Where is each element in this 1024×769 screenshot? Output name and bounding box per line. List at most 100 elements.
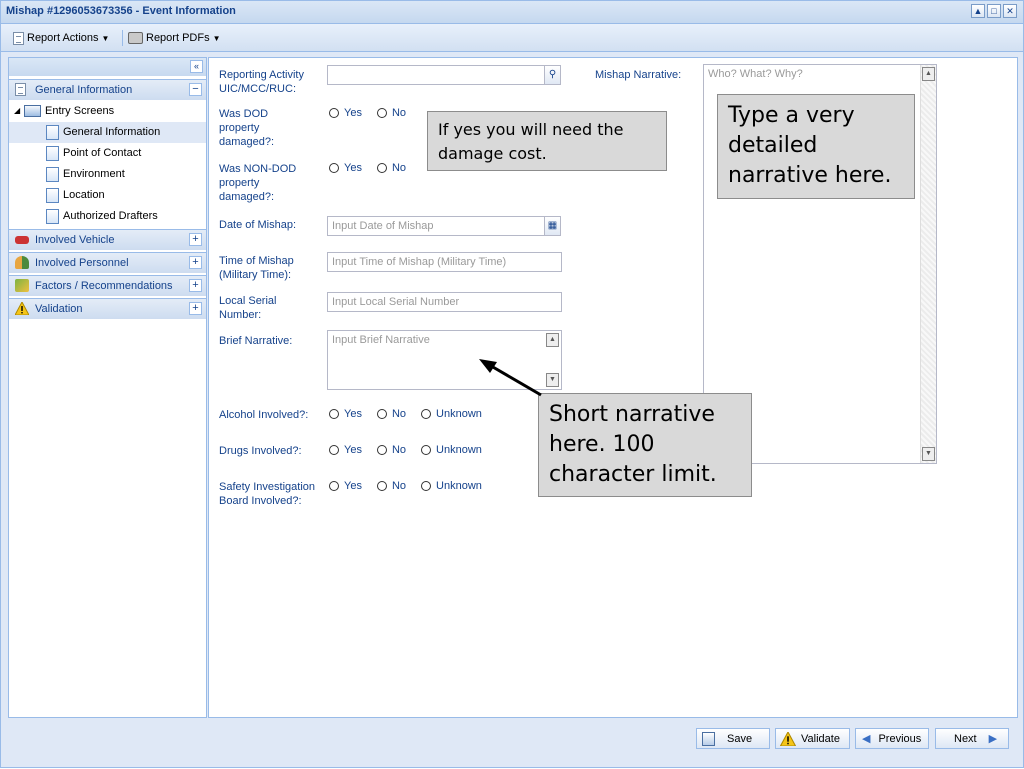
tree-item-location[interactable]: Location — [9, 185, 206, 206]
save-label: Save — [727, 732, 753, 745]
validate-label: Validate — [801, 732, 840, 745]
radio-icon[interactable] — [329, 163, 339, 173]
tree-label: Entry Screens — [45, 105, 115, 117]
drugs-unknown-radio[interactable]: Unknown — [421, 444, 482, 456]
chevron-down-icon: ▼ — [212, 33, 221, 43]
minus-icon[interactable]: − — [189, 83, 202, 96]
radio-icon[interactable] — [376, 481, 387, 491]
printer-icon — [128, 32, 143, 44]
plus-icon[interactable]: + — [189, 256, 202, 269]
date-of-mishap-label: Date of Mishap: — [219, 219, 297, 231]
non-dod-no-radio[interactable]: No — [376, 162, 406, 174]
collapse-window-icon[interactable]: ▲ — [971, 4, 985, 18]
toolbar-separator — [122, 30, 123, 46]
radio-icon[interactable] — [421, 481, 432, 491]
brief-narrative-textarea[interactable]: Input Brief Narrative ▲ ▼ — [327, 330, 562, 390]
vehicle-icon — [15, 236, 29, 244]
time-of-mishap-input[interactable]: Input Time of Mishap (Military Time) — [327, 252, 562, 272]
report-pdfs-button[interactable]: Report PDFs ▼ — [128, 29, 221, 47]
scroll-down-icon[interactable]: ▼ — [546, 373, 559, 387]
plus-icon[interactable]: + — [189, 302, 202, 315]
radio-icon[interactable] — [329, 481, 339, 491]
local-serial-input[interactable]: Input Local Serial Number — [327, 292, 562, 312]
radio-label: No — [391, 408, 407, 420]
tree-node-entry-screens[interactable]: ◢ Entry Screens — [9, 101, 206, 122]
tree-item-general-information[interactable]: General Information — [9, 122, 206, 143]
sib-no-radio[interactable]: No — [376, 480, 406, 492]
tree-label: Location — [63, 189, 105, 201]
alcohol-yes-radio[interactable]: Yes — [329, 408, 362, 420]
radio-icon[interactable] — [329, 108, 339, 118]
tree-item-point-of-contact[interactable]: Point of Contact — [9, 143, 206, 164]
book-icon — [24, 105, 41, 117]
accordion-involved-vehicle[interactable]: Involved Vehicle + — [9, 229, 206, 250]
next-button[interactable]: Next ▶ — [935, 728, 1009, 749]
plus-icon[interactable]: + — [189, 279, 202, 292]
accordion-label: Involved Vehicle — [35, 234, 115, 246]
radio-icon[interactable] — [421, 445, 432, 455]
accordion-label: Validation — [35, 303, 83, 315]
sib-unknown-radio[interactable]: Unknown — [421, 480, 482, 492]
save-button[interactable]: Save — [696, 728, 770, 749]
left-navigation-panel: « General Information − ◢ Entry Screens … — [8, 57, 207, 718]
maximize-window-icon[interactable]: □ — [987, 4, 1001, 18]
date-of-mishap-input[interactable]: Input Date of Mishap — [327, 216, 545, 236]
sib-involved-label: Safety Investigation Board Involved?: — [219, 481, 316, 507]
report-actions-button[interactable]: Report Actions ▼ — [13, 29, 109, 47]
validate-button[interactable]: Validate — [775, 728, 850, 749]
non-dod-yes-radio[interactable]: Yes — [329, 162, 362, 174]
sib-radio-group: Yes No Unknown — [329, 480, 497, 492]
dod-yes-radio[interactable]: Yes — [329, 107, 362, 119]
radio-label: Yes — [344, 444, 362, 456]
search-icon[interactable]: ⚲ — [544, 65, 561, 85]
alcohol-unknown-radio[interactable]: Unknown — [421, 408, 482, 420]
plus-icon[interactable]: + — [189, 233, 202, 246]
chevron-down-icon: ▼ — [101, 33, 110, 43]
radio-icon[interactable] — [329, 409, 339, 419]
report-actions-label: Report Actions — [27, 32, 99, 44]
collapse-left-icon[interactable]: « — [190, 60, 203, 73]
warning-icon — [780, 731, 796, 746]
textarea-scrollbar[interactable]: ▲ ▼ — [545, 331, 561, 389]
dod-damaged-radio-group: Yes No — [329, 107, 421, 119]
report-icon — [13, 31, 24, 45]
radio-icon[interactable] — [376, 108, 387, 118]
drugs-yes-radio[interactable]: Yes — [329, 444, 362, 456]
tree-label: Environment — [63, 168, 125, 180]
scroll-up-icon[interactable]: ▲ — [922, 67, 935, 81]
mishap-narrative-placeholder: Who? What? Why? — [708, 68, 803, 80]
accordion-factors-recommendations[interactable]: Factors / Recommendations + — [9, 275, 206, 296]
alcohol-radio-group: Yes No Unknown — [329, 408, 497, 420]
drugs-radio-group: Yes No Unknown — [329, 444, 497, 456]
drugs-no-radio[interactable]: No — [376, 444, 406, 456]
radio-label: Yes — [344, 408, 362, 420]
radio-icon[interactable] — [421, 409, 432, 419]
scroll-up-icon[interactable]: ▲ — [546, 333, 559, 347]
page-icon — [46, 146, 59, 161]
calendar-icon[interactable]: ▦ — [544, 216, 561, 236]
radio-icon[interactable] — [376, 409, 387, 419]
radio-label: Yes — [344, 107, 362, 119]
tree-item-environment[interactable]: Environment — [9, 164, 206, 185]
accordion-general-information[interactable]: General Information − — [9, 79, 206, 100]
previous-button[interactable]: ◀ Previous — [855, 728, 929, 749]
page-icon — [46, 188, 59, 203]
scroll-down-icon[interactable]: ▼ — [922, 447, 935, 461]
page-icon — [46, 209, 59, 224]
radio-icon[interactable] — [376, 445, 387, 455]
previous-label: Previous — [878, 732, 922, 745]
alcohol-no-radio[interactable]: No — [376, 408, 407, 420]
reporting-activity-input[interactable] — [327, 65, 545, 85]
dod-no-radio[interactable]: No — [376, 107, 406, 119]
non-dod-damaged-radio-group: Yes No — [329, 162, 421, 174]
close-window-icon[interactable]: ✕ — [1003, 4, 1017, 18]
expand-arrow-icon[interactable]: ◢ — [14, 106, 20, 115]
tree-item-authorized-drafters[interactable]: Authorized Drafters — [9, 206, 206, 227]
narrative-scrollbar[interactable]: ▲ ▼ — [920, 65, 936, 463]
radio-icon[interactable] — [329, 445, 339, 455]
sib-yes-radio[interactable]: Yes — [329, 480, 362, 492]
radio-icon[interactable] — [376, 163, 387, 173]
window-title: Mishap #1296053673356 - Event Informatio… — [6, 5, 236, 17]
accordion-validation[interactable]: Validation + — [9, 298, 206, 319]
accordion-involved-personnel[interactable]: Involved Personnel + — [9, 252, 206, 273]
